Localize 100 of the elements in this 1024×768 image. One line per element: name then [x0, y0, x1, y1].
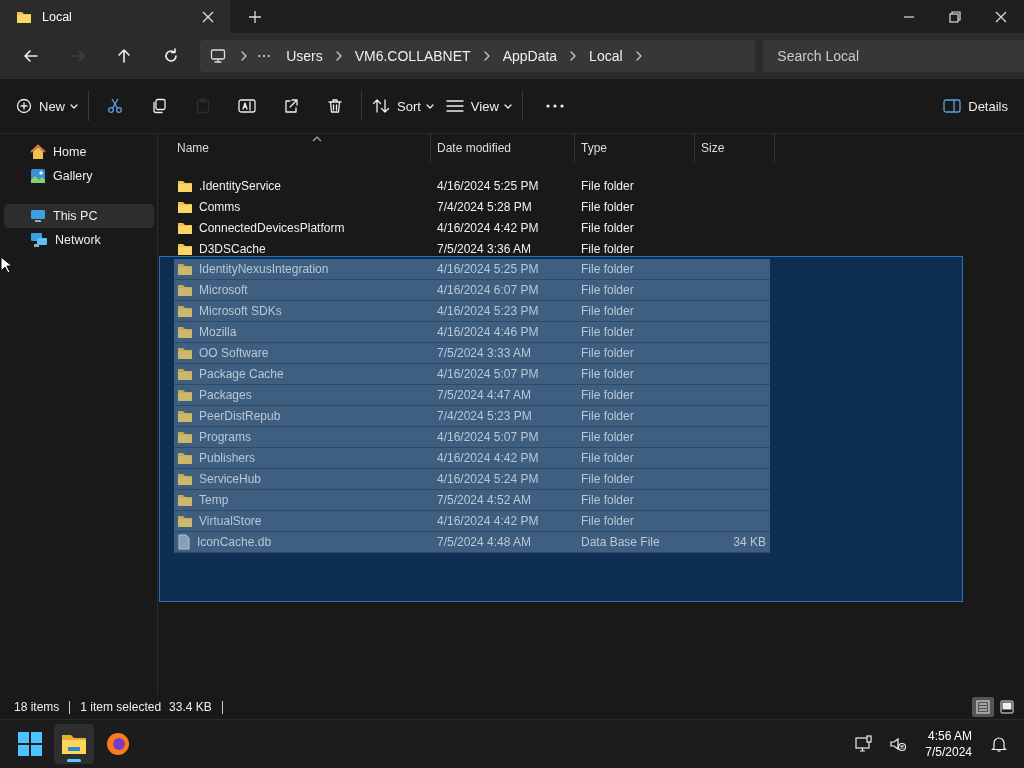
selection-size: 33.4 KB [169, 700, 212, 714]
sidebar-item[interactable]: Gallery [4, 164, 154, 188]
file-row[interactable]: D3DSCache 7/5/2024 3:36 AM File folder [174, 238, 770, 259]
plus-icon [249, 10, 261, 23]
sidebar-item[interactable]: Network [4, 228, 154, 252]
file-row[interactable]: Mozilla 4/16/2024 4:46 PM File folder [174, 322, 770, 343]
file-row[interactable]: Programs 4/16/2024 5:07 PM File folder [174, 427, 770, 448]
file-type: File folder [580, 472, 635, 486]
date-modified: 7/4/2024 5:28 PM [436, 199, 533, 214]
file-name: ConnectedDevicesPlatform [199, 220, 345, 235]
file-type: File folder [580, 262, 635, 276]
file-type: File folder [580, 220, 635, 235]
file-name: IdentityNexusIntegration [199, 262, 329, 276]
folder-icon [177, 430, 193, 444]
windows-logo-icon [18, 732, 42, 756]
file-type: File folder [580, 430, 635, 444]
file-name: Microsoft [199, 283, 248, 297]
notification-bell-icon[interactable] [991, 735, 1007, 753]
file-row[interactable]: OO Software 7/5/2024 3:33 AM File folder [174, 343, 770, 364]
details-button[interactable]: Details [937, 89, 1014, 123]
date-modified: 7/5/2024 4:48 AM [436, 535, 533, 549]
date-modified: 4/16/2024 5:24 PM [436, 472, 540, 486]
file-type: File folder [580, 283, 635, 297]
date-modified: 7/5/2024 4:52 AM [436, 493, 533, 507]
file-type: File folder [580, 304, 635, 318]
file-row[interactable]: Microsoft 4/16/2024 6:07 PM File folder [174, 280, 770, 301]
file-type: File folder [580, 409, 635, 423]
view-button[interactable]: View [439, 89, 518, 123]
speaker-muted-icon[interactable] [889, 735, 908, 753]
item-count: 18 items [14, 700, 60, 714]
file-name: OO Software [199, 346, 269, 360]
file-row[interactable]: IdentityNexusIntegration 4/16/2024 5:25 PM File folder [174, 259, 770, 280]
file-name: Comms [199, 199, 241, 214]
file-row[interactable]: PeerDistRepub 7/4/2024 5:23 PM File folder [174, 406, 770, 427]
list-view-icon [445, 99, 464, 113]
folder-icon [177, 325, 193, 339]
folder-icon [177, 283, 193, 297]
address-bar[interactable]: Users VM6.COLLABNET AppData Local [200, 40, 756, 72]
folder-icon [16, 9, 32, 24]
file-row[interactable]: VirtualStore 4/16/2024 4:42 PM File folder [174, 511, 770, 532]
file-row[interactable]: .IdentityService 4/16/2024 5:25 PM File folder [174, 175, 770, 196]
file-type: Data Base File [580, 535, 661, 549]
sidebar-item[interactable]: Home [4, 140, 154, 164]
copy-icon [151, 98, 167, 114]
breadcrumb-item[interactable]: AppData [490, 48, 570, 64]
chevron-right-icon [569, 51, 578, 61]
file-icon [177, 534, 191, 550]
column-header[interactable]: Name [174, 134, 431, 162]
file-name: Packages [199, 388, 252, 402]
file-row[interactable]: Comms 7/4/2024 5:28 PM File folder [174, 196, 770, 217]
new-button[interactable]: New [10, 89, 84, 123]
sidebar-item[interactable]: This PC [4, 204, 154, 228]
caret-icon [425, 103, 434, 109]
details-view-button[interactable] [972, 697, 994, 717]
file-size: 34 KB [732, 535, 767, 549]
file-row[interactable]: Package Cache 4/16/2024 5:07 PM File folder [174, 364, 770, 385]
date-modified: 4/16/2024 4:42 PM [436, 514, 540, 528]
sort-button[interactable]: Sort [366, 89, 440, 123]
file-type: File folder [580, 241, 635, 256]
chevron-right-icon [634, 51, 643, 61]
window-tab[interactable]: Local [0, 0, 230, 33]
ellipsis-icon [258, 54, 271, 58]
file-name: Publishers [199, 451, 256, 465]
more-icon [545, 104, 564, 108]
search-field[interactable]: Search Local [763, 40, 1024, 72]
date-modified: 7/5/2024 3:36 AM [436, 241, 533, 256]
file-type: File folder [580, 367, 635, 381]
folder-icon [177, 304, 193, 318]
file-name: PeerDistRepub [199, 409, 281, 423]
computer-icon [30, 208, 46, 224]
date-modified: 4/16/2024 5:23 PM [436, 304, 540, 318]
trash-icon [327, 98, 343, 114]
file-row[interactable]: Publishers 4/16/2024 4:42 PM File folder [174, 448, 770, 469]
column-header[interactable]: Size [695, 134, 775, 162]
close-icon [995, 10, 1007, 23]
file-row[interactable]: ConnectedDevicesPlatform 4/16/2024 4:42 PM File folder [174, 217, 770, 238]
file-row[interactable]: ServiceHub 4/16/2024 5:24 PM File folder [174, 469, 770, 490]
file-row[interactable]: Temp 7/5/2024 4:52 AM File folder [174, 490, 770, 511]
mouse-pointer-icon [0, 256, 12, 274]
breadcrumb-item[interactable]: VM6.COLLABNET [342, 48, 483, 64]
column-header[interactable]: Date modified [431, 134, 575, 162]
network-status-icon[interactable] [855, 735, 874, 753]
date-modified: 4/16/2024 4:42 PM [436, 451, 540, 465]
restore-icon [949, 10, 961, 23]
taskbar-app[interactable] [54, 724, 94, 764]
file-type: File folder [580, 514, 635, 528]
chevron-right-icon [240, 51, 249, 61]
clock-time: 4:56 AM [927, 728, 972, 744]
file-row[interactable]: Packages 7/5/2024 4:47 AM File folder [174, 385, 770, 406]
folder-icon [177, 472, 193, 486]
date-modified: 4/16/2024 5:25 PM [436, 262, 540, 276]
file-row[interactable]: Microsoft SDKs 4/16/2024 5:23 PM File folder [174, 301, 770, 322]
date-modified: 4/16/2024 6:07 PM [436, 283, 540, 297]
breadcrumb-item[interactable]: Local [577, 48, 635, 64]
clock[interactable]: 4:56 AM 7/5/2024 [917, 728, 980, 760]
column-header[interactable]: Type [575, 134, 695, 162]
breadcrumb-item[interactable]: Users [274, 48, 335, 64]
home-icon [30, 144, 46, 160]
file-row[interactable]: IconCache.db 7/5/2024 4:48 AM Data Base File 34 KB [174, 532, 770, 553]
date-modified: 4/16/2024 5:25 PM [436, 178, 540, 193]
